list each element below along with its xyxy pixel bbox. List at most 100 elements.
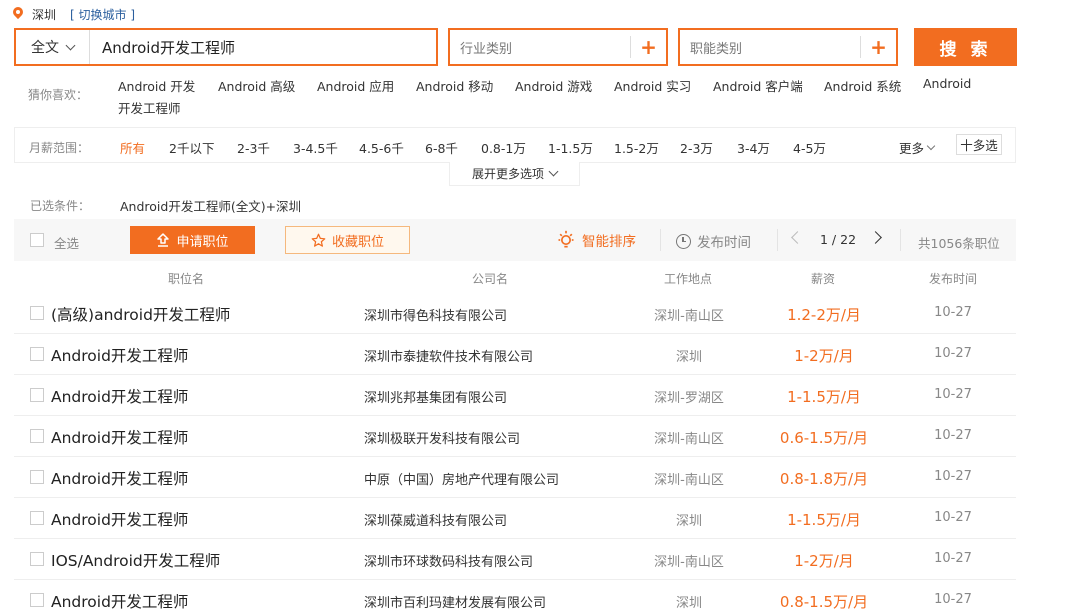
smart-sort-button[interactable]: 智能排序 (556, 230, 636, 250)
job-location: 深圳-南山区 (654, 473, 724, 488)
company-link[interactable]: 深圳市得色科技有限公司 (364, 305, 507, 324)
salary-option[interactable]: 3-4万 (737, 138, 770, 157)
guess-item[interactable]: 开发工程师 (118, 98, 181, 117)
salary-option[interactable]: 2千以下 (169, 138, 214, 157)
salary-option[interactable]: 6-8千 (425, 138, 458, 157)
table-row[interactable]: (高级)android开发工程师 深圳市得色科技有限公司 深圳-南山区 1.2-… (14, 293, 1016, 334)
job-type-select[interactable]: 职能类别 + (678, 28, 898, 66)
company-link[interactable]: 深圳市泰捷软件技术有限公司 (364, 346, 533, 365)
multi-select-button[interactable]: 十多选 (956, 134, 1002, 155)
guess-item[interactable]: Android 高级 (218, 76, 295, 95)
table-row[interactable]: Android开发工程师 深圳市百利玛建材发展有限公司 深圳 0.8-1.5万/… (14, 580, 1016, 616)
total-count: 共1056条职位 (918, 236, 1000, 251)
table-row[interactable]: Android开发工程师 深圳兆邦基集团有限公司 深圳-罗湖区 1-1.5万/月… (14, 375, 1016, 416)
company-link[interactable]: 深圳市环球数码科技有限公司 (364, 551, 533, 570)
select-all-checkbox[interactable] (30, 233, 44, 247)
job-title-link[interactable]: Android开发工程师 (51, 426, 188, 448)
publish-time-sort-button[interactable]: 发布时间 (676, 231, 751, 251)
lightbulb-icon (558, 230, 574, 248)
row-checkbox[interactable] (30, 388, 44, 402)
plus-icon[interactable]: + (860, 36, 896, 58)
guess-item[interactable]: Android (923, 76, 971, 91)
industry-select[interactable]: 行业类别 + (448, 28, 668, 66)
row-checkbox[interactable] (30, 470, 44, 484)
guess-item[interactable]: Android 应用 (317, 76, 394, 95)
company-link[interactable]: 中原（中国）房地产代理有限公司 (364, 469, 559, 488)
job-title-link[interactable]: Android开发工程师 (51, 508, 188, 530)
salary-option-all[interactable]: 所有 (120, 138, 145, 157)
job-title-link[interactable]: Android开发工程师 (51, 467, 188, 489)
job-title-link[interactable]: Android开发工程师 (51, 385, 188, 407)
job-title-link[interactable]: Android开发工程师 (51, 590, 188, 612)
salary-option[interactable]: 2-3千 (237, 138, 270, 157)
job-salary: 0.8-1.5万/月 (779, 593, 869, 611)
guess-item[interactable]: Android 游戏 (515, 76, 592, 95)
row-checkbox[interactable] (30, 306, 44, 320)
keyword-input[interactable]: Android开发工程师 (90, 37, 235, 58)
search-scope-select[interactable]: 全文 (16, 30, 90, 64)
row-checkbox[interactable] (30, 552, 44, 566)
company-link[interactable]: 深圳葆威道科技有限公司 (364, 510, 507, 529)
chevron-down-icon (548, 166, 559, 177)
company-link[interactable]: 深圳市百利玛建材发展有限公司 (364, 592, 546, 611)
chevron-right-icon[interactable] (869, 231, 882, 244)
salary-label: 月薪范围： (29, 141, 90, 155)
current-city: 深圳 (32, 7, 57, 22)
job-location: 深圳 (675, 350, 702, 365)
job-salary: 0.6-1.5万/月 (779, 429, 869, 447)
job-date: 10-27 (934, 428, 972, 443)
job-title-link[interactable]: IOS/Android开发工程师 (51, 549, 220, 571)
salary-option[interactable]: 4-5万 (793, 138, 826, 157)
salary-option[interactable]: 2-3万 (680, 138, 713, 157)
job-title-link[interactable]: (高级)android开发工程师 (51, 303, 230, 325)
plus-icon[interactable]: + (630, 36, 666, 58)
job-salary: 0.8-1.8万/月 (779, 470, 869, 488)
row-checkbox[interactable] (30, 347, 44, 361)
search-button[interactable]: 搜 索 (914, 28, 1017, 66)
company-link[interactable]: 深圳兆邦基集团有限公司 (364, 387, 507, 406)
salary-option[interactable]: 3-4.5千 (293, 138, 338, 157)
salary-option[interactable]: 1.5-2万 (614, 138, 659, 157)
table-row[interactable]: Android开发工程师 深圳葆威道科技有限公司 深圳 1-1.5万/月 10-… (14, 498, 1016, 539)
job-salary: 1-1.5万/月 (787, 388, 861, 406)
divider (900, 229, 901, 251)
select-all-label[interactable]: 全选 (54, 233, 79, 252)
apply-job-button[interactable]: 申请职位 (130, 226, 255, 254)
guess-item[interactable]: Android 开发 (118, 76, 195, 95)
column-header-location: 工作地点 (664, 272, 713, 286)
chevron-left-icon[interactable] (791, 231, 804, 244)
guess-item[interactable]: Android 客户端 (713, 76, 803, 95)
page-indicator: 1 / 22 (820, 232, 857, 247)
location-pin-icon (12, 7, 24, 21)
more-salary-button[interactable]: 更多 (899, 138, 936, 157)
row-checkbox[interactable] (30, 593, 44, 607)
salary-option[interactable]: 0.8-1万 (481, 138, 526, 157)
favorite-label: 收藏职位 (331, 234, 384, 250)
row-checkbox[interactable] (30, 429, 44, 443)
table-row[interactable]: Android开发工程师 深圳市泰捷软件技术有限公司 深圳 1-2万/月 10-… (14, 334, 1016, 375)
expand-options-button[interactable]: 展开更多选项 (449, 162, 580, 186)
table-row[interactable]: IOS/Android开发工程师 深圳市环球数码科技有限公司 深圳-南山区 1-… (14, 539, 1016, 580)
industry-placeholder: 行业类别 (460, 41, 513, 57)
table-row[interactable]: Android开发工程师 中原（中国）房地产代理有限公司 深圳-南山区 0.8-… (14, 457, 1016, 498)
guess-item[interactable]: Android 移动 (416, 76, 493, 95)
column-header-date: 发布时间 (929, 272, 978, 286)
table-row[interactable]: Android开发工程师 深圳极联开发科技有限公司 深圳-南山区 0.6-1.5… (14, 416, 1016, 457)
job-date: 10-27 (934, 387, 972, 402)
guess-item[interactable]: Android 系统 (824, 76, 901, 95)
job-salary: 1-2万/月 (794, 552, 854, 570)
switch-city-link[interactable]: [ 切换城市 ] (70, 6, 135, 23)
favorite-job-button[interactable]: 收藏职位 (285, 226, 410, 254)
row-checkbox[interactable] (30, 511, 44, 525)
salary-option[interactable]: 4.5-6千 (359, 138, 404, 157)
column-header-company: 公司名 (472, 272, 509, 286)
keyword-search-box: 全文 Android开发工程师 (14, 28, 438, 66)
salary-option[interactable]: 1-1.5万 (548, 138, 593, 157)
guess-item[interactable]: Android 实习 (614, 76, 691, 95)
job-location: 深圳-南山区 (654, 555, 724, 570)
expand-label: 展开更多选项 (471, 167, 544, 181)
job-title-link[interactable]: Android开发工程师 (51, 344, 188, 366)
chevron-down-icon (65, 40, 76, 50)
company-link[interactable]: 深圳极联开发科技有限公司 (364, 428, 520, 447)
job-type-placeholder: 职能类别 (690, 41, 743, 57)
